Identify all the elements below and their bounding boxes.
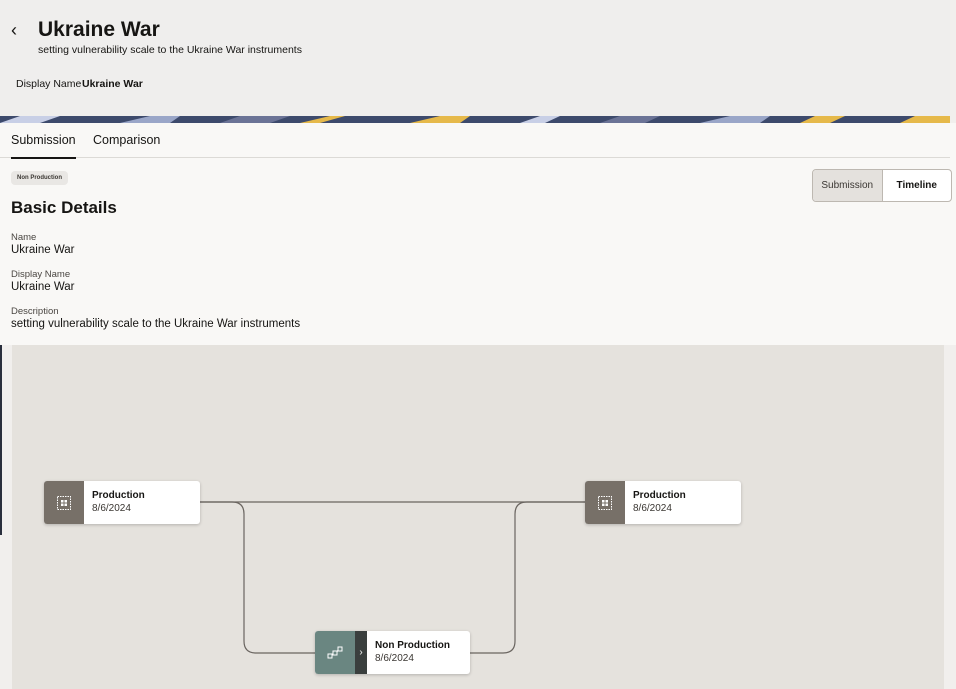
left-edge-bar (0, 345, 2, 535)
node-production-source[interactable]: Production 8/6/2024 (44, 481, 200, 524)
name-label: Name (11, 232, 37, 243)
back-button[interactable]: ‹ (11, 20, 29, 40)
environment-badge: Non Production (11, 171, 68, 185)
toggle-submission[interactable]: Submission (813, 170, 883, 201)
pipeline-diagram: Production 8/6/2024 Production 8/6/2024 … (12, 345, 944, 689)
expand-chevron-icon[interactable]: › (355, 631, 367, 674)
toggle-timeline[interactable]: Timeline (883, 170, 952, 201)
node-date: 8/6/2024 (633, 503, 672, 514)
page-header: ‹ Ukraine War setting vulnerability scal… (0, 0, 950, 116)
node-production-target[interactable]: Production 8/6/2024 (585, 481, 741, 524)
tab-bar: Submission Comparison (0, 123, 950, 159)
tab-comparison[interactable]: Comparison (93, 132, 160, 157)
description-label: Description (11, 306, 59, 317)
grid-icon (585, 481, 625, 524)
node-date: 8/6/2024 (375, 653, 414, 664)
section-title: Basic Details (11, 198, 117, 217)
name-value: Ukraine War (11, 244, 75, 256)
node-name: Production (633, 490, 686, 501)
page-subtitle: setting vulnerability scale to the Ukrai… (38, 44, 302, 56)
node-date: 8/6/2024 (92, 503, 131, 514)
tab-submission[interactable]: Submission (11, 132, 76, 159)
grid-icon (44, 481, 84, 524)
node-name: Production (92, 490, 145, 501)
decorative-banner (0, 116, 950, 123)
chevron-left-icon: ‹ (11, 20, 17, 40)
display-name-field-label: Display Name (11, 269, 71, 280)
description-value: setting vulnerability scale to the Ukrai… (11, 318, 301, 330)
node-name: Non Production (375, 640, 450, 651)
display-name-value: Ukraine War (82, 78, 143, 90)
display-name-label: Display Name (16, 78, 82, 90)
page-title: Ukraine War (38, 18, 160, 41)
view-toggle: Submission Timeline (812, 169, 952, 202)
nodes-icon (315, 631, 355, 674)
submission-panel: Submission Comparison Non Production Sub… (0, 123, 956, 345)
node-non-production[interactable]: › Non Production 8/6/2024 (315, 631, 470, 674)
display-name-field-value: Ukraine War (11, 281, 75, 293)
